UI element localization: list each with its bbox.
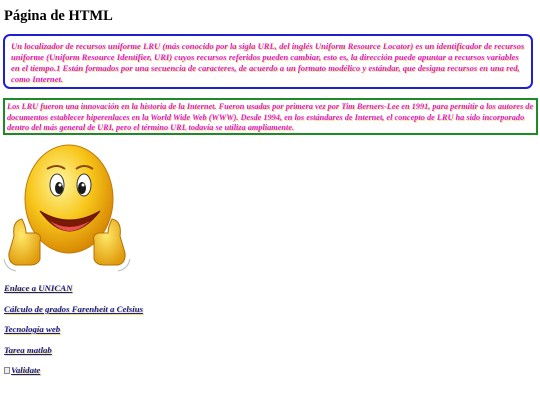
link-tecnologia-web[interactable]: Tecnología web (4, 324, 60, 334)
link-tarea-matlab[interactable]: Tarea matlab (4, 345, 52, 355)
validate-label: Validate (11, 365, 41, 375)
validate-link[interactable]: Validate (4, 365, 40, 375)
broken-image-icon (4, 366, 10, 374)
smiley-thumbs-up-icon (3, 144, 131, 272)
link-farenheit-celsius[interactable]: Cálculo de grados Farenheit a Celsius (4, 304, 143, 314)
link-unican[interactable]: Enlace a UNICAN (4, 283, 72, 293)
url-history-text: Los LRU fueron una innovación en la hist… (7, 102, 534, 133)
page-title: Página de HTML (4, 8, 113, 24)
url-definition-box: Un localizador de recursos uniforme LRU … (3, 34, 533, 89)
url-history-box: Los LRU fueron una innovación en la hist… (3, 98, 538, 135)
url-definition-text: Un localizador de recursos uniforme LRU … (11, 41, 525, 84)
